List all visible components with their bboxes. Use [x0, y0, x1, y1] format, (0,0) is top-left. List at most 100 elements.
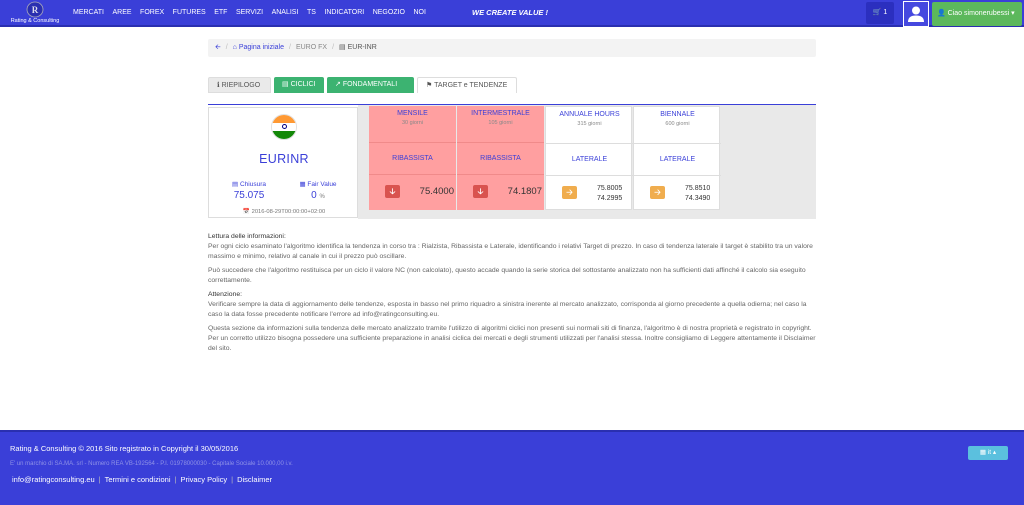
- target-high: 75.8510: [685, 185, 711, 192]
- caret-down-icon: ▾: [1011, 10, 1015, 17]
- avatar[interactable]: [903, 1, 929, 27]
- home-icon: ⌂: [232, 44, 237, 51]
- instrument-panel: EURINR ▤ Chiusura 75.075 ▦ Fair Value 0 …: [208, 107, 358, 218]
- nav-item-analisi[interactable]: ANALISI: [272, 9, 299, 16]
- arrow-down-icon: 🡣: [385, 185, 400, 198]
- instrument-symbol: EURINR: [259, 152, 309, 166]
- close-label: ▤ Chiusura: [232, 181, 266, 188]
- footer-disclaimer-link[interactable]: Disclaimer: [237, 475, 272, 484]
- cart-count: 1: [883, 9, 888, 16]
- user-menu-button[interactable]: 👤 Ciao simonerubessi ▾: [932, 2, 1022, 26]
- footer-privacy-link[interactable]: Privacy Policy: [180, 475, 227, 484]
- nav-item-aree[interactable]: AREE: [112, 9, 131, 16]
- nav-item-negozio[interactable]: NEGOZIO: [373, 9, 405, 16]
- tab-riepilogo-label: RIEPILOGO: [221, 82, 261, 89]
- breadcrumb-current: EUR-INR: [347, 44, 377, 51]
- fair-value-stat: ▦ Fair Value 0 %: [288, 180, 348, 201]
- tab-target[interactable]: ⚑ TARGET e TENDENZE: [417, 77, 517, 93]
- breadcrumb: 🡨 / ⌂ Pagina iniziale / EURO FX / ▤ EUR-…: [208, 39, 816, 57]
- cycle-target-range: 75.8510 74.3490: [685, 184, 710, 204]
- table-icon: ▦: [299, 181, 306, 188]
- language-code: it: [987, 449, 992, 456]
- tab-riepilogo[interactable]: ℹ RIEPILOGO: [208, 77, 271, 93]
- footer-terms-link[interactable]: Termini e condizioni: [105, 475, 171, 484]
- user-icon: [908, 6, 924, 22]
- cycle-days: 105 giorni: [488, 120, 513, 126]
- info-paragraph: Può succedere che l'algoritmo restituisc…: [208, 267, 806, 284]
- cycle-target: 75.4000: [419, 186, 454, 197]
- back-arrow-icon[interactable]: 🡨: [215, 39, 221, 57]
- brand-logo-link[interactable]: R Rating & Consulting: [6, 1, 64, 26]
- target-low: 74.2995: [597, 195, 623, 202]
- info-heading: Lettura delle informazioni:: [208, 233, 286, 240]
- cycle-days: 600 giorni: [665, 121, 690, 127]
- cart-icon: 🛒: [872, 9, 882, 16]
- tab-target-label: TARGET e TENDENZE: [434, 82, 508, 89]
- target-low: 74.3490: [685, 195, 711, 202]
- caret-up-icon: ▴: [992, 449, 997, 456]
- cycle-mensile: MENSILE 30 giorni RIBASSISTA 🡣 75.4000: [369, 106, 456, 210]
- arrow-down-icon: 🡣: [473, 185, 488, 198]
- cycle-trend: LATERALE: [634, 143, 721, 175]
- user-name: simonerubessi: [964, 10, 1010, 17]
- line-chart-icon: ↗: [335, 81, 341, 88]
- chart-icon: ▤: [339, 44, 346, 51]
- info-paragraph: Per ogni ciclo esaminato l'algoritmo ide…: [208, 242, 813, 260]
- tab-ciclici[interactable]: ▤ CICLICI: [274, 77, 324, 93]
- cycle-target-range: 75.8005 74.2995: [597, 184, 622, 204]
- breadcrumb-section[interactable]: EURO FX: [296, 39, 327, 57]
- cycle-trend: LATERALE: [546, 143, 633, 175]
- close-value: 75.075: [233, 190, 265, 201]
- cycle-biennale: BIENNALE 600 giorni LATERALE 🡢 75.8510 7…: [633, 106, 721, 210]
- cart-button[interactable]: 🛒 1: [866, 2, 894, 24]
- nav-item-ts[interactable]: TS: [307, 9, 316, 16]
- footer-copyright: Rating & Consulting © 2016 Sito registra…: [10, 444, 239, 453]
- cycle-annuale: ANNUALE HOURS 315 giorni LATERALE 🡢 75.8…: [545, 106, 633, 210]
- nav-item-mercati[interactable]: MERCATI: [73, 9, 104, 16]
- breadcrumb-home[interactable]: Pagina iniziale: [239, 39, 284, 57]
- footer-links: info@ratingconsulting.eu | Termini e con…: [12, 475, 273, 484]
- logo-icon: R: [26, 1, 44, 18]
- nav-item-servizi[interactable]: SERVIZI: [236, 9, 263, 16]
- footer-email-link[interactable]: info@ratingconsulting.eu: [12, 475, 95, 484]
- tab-bar: ℹ RIEPILOGO ▤ CICLICI ↗ FONDAMENTALI ⚑ T…: [208, 77, 520, 94]
- tab-fondamentali-label: FONDAMENTALI: [342, 81, 398, 88]
- cycle-target: 74.1807: [507, 186, 542, 197]
- nav-item-noi[interactable]: NOI: [413, 9, 425, 16]
- nav-item-indicatori[interactable]: INDICATORI: [324, 9, 364, 16]
- translate-icon: ▦: [979, 449, 986, 456]
- info-paragraph: Questa sezione da informazioni sulla ten…: [208, 325, 816, 352]
- brand-name: Rating & Consulting: [10, 18, 60, 24]
- area-chart-icon: ▤: [232, 181, 239, 188]
- tab-fondamentali[interactable]: ↗ FONDAMENTALI: [327, 77, 414, 93]
- update-date: 📅 2016-08-29T00:00:00+02:00: [242, 209, 326, 215]
- tab-ciclici-label: CICLICI: [290, 81, 316, 88]
- nav-item-forex[interactable]: FOREX: [140, 9, 164, 16]
- nav-item-etf[interactable]: ETF: [214, 9, 227, 16]
- top-navbar: R Rating & Consulting MERCATI AREE FOREX…: [0, 0, 1024, 27]
- cycle-title: BIENNALE: [660, 111, 695, 118]
- arrow-right-icon: 🡢: [650, 186, 665, 199]
- language-selector[interactable]: ▦ it ▴: [968, 446, 1008, 460]
- cycle-trend: RIBASSISTA: [457, 142, 544, 174]
- footer: Rating & Consulting © 2016 Sito registra…: [0, 430, 1024, 505]
- main-menu: MERCATI AREE FOREX FUTURES ETF SERVIZI A…: [73, 9, 434, 16]
- close-stat: ▤ Chiusura 75.075: [219, 180, 279, 201]
- warning-heading: Attenzione:: [208, 291, 243, 299]
- flag-icon: ⚑: [426, 82, 433, 89]
- info-paragraph: Verificare sempre la data di aggiornamen…: [208, 301, 807, 318]
- india-flag-icon: [271, 114, 297, 140]
- info-section: Lettura delle informazioni: Per ogni cic…: [208, 232, 816, 358]
- svg-text:R: R: [32, 5, 39, 15]
- fair-value-label: ▦ Fair Value: [299, 181, 337, 188]
- user-small-icon: 👤: [937, 10, 946, 17]
- slogan: WE CREATE VALUE !: [472, 8, 548, 17]
- info-icon: ℹ: [217, 82, 220, 89]
- cycle-trend: RIBASSISTA: [369, 142, 456, 174]
- cycle-title: ANNUALE HOURS: [559, 111, 620, 118]
- cycle-days: 30 giorni: [401, 120, 424, 126]
- calendar-icon: 📅: [242, 209, 250, 215]
- target-high: 75.8005: [597, 185, 623, 192]
- nav-item-futures[interactable]: FUTURES: [173, 9, 206, 16]
- arrow-right-icon: 🡢: [562, 186, 577, 199]
